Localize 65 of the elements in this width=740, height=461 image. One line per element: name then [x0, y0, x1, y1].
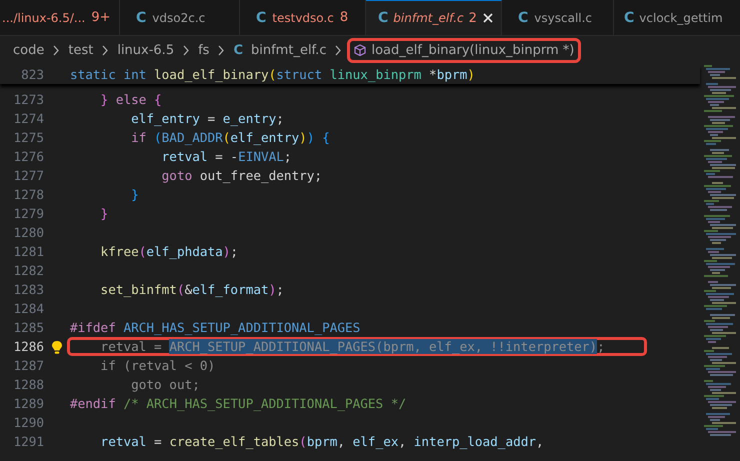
- line-number: 1283: [12, 282, 44, 297]
- problem-count: 2: [468, 10, 477, 26]
- breadcrumb-item[interactable]: load_elf_binary(linux_binprm *): [347, 38, 582, 63]
- code-line: retval = create_elf_tables(bprm, elf_ex, interp_load_addr,: [100, 433, 545, 451]
- c-file-icon: C: [136, 10, 146, 26]
- breadcrumb-label: fs: [198, 43, 210, 58]
- tab-label: testvdso.c: [272, 10, 334, 24]
- line-number: 1279: [12, 206, 44, 221]
- line-number: 1280: [12, 225, 44, 240]
- breadcrumb-item[interactable]: test: [61, 38, 100, 63]
- line-number: 1278: [12, 187, 44, 202]
- code-line: if (BAD_ADDR(elf_entry)) {: [130, 129, 331, 147]
- tab-label: .../linux-6.5/...: [2, 10, 86, 24]
- breadcrumb-label: code: [13, 43, 44, 58]
- code-line: retval = -EINVAL;: [160, 148, 293, 166]
- line-number: 1274: [12, 111, 44, 126]
- line-number: 1275: [12, 130, 44, 145]
- line-number: 1277: [12, 168, 44, 183]
- line-number: 1287: [12, 358, 44, 373]
- line-number: 1284: [12, 301, 44, 316]
- line-number: 1286: [12, 339, 44, 354]
- line-number: 1273: [12, 92, 44, 107]
- breadcrumb-label: load_elf_binary(linux_binprm *): [371, 43, 574, 58]
- code-line: #endif /* ARCH_HAS_SETUP_ADDITIONAL_PAGES */: [69, 395, 408, 413]
- breadcrumb-label: test: [68, 43, 94, 58]
- breadcrumb-item[interactable]: C binfmt_elf.c: [226, 38, 334, 63]
- code-line: kfree(elf_phdata);: [100, 243, 240, 261]
- c-file-icon: C: [233, 43, 243, 58]
- code-line: } else {: [100, 91, 163, 109]
- c-file-icon: C: [378, 10, 388, 26]
- breadcrumb-item[interactable]: fs: [191, 38, 216, 63]
- line-number: 1285: [12, 320, 44, 335]
- c-file-icon: C: [624, 10, 634, 26]
- line-number: 1288: [12, 377, 44, 392]
- c-file-icon: C: [256, 10, 266, 26]
- code-line: goto out;: [130, 376, 201, 394]
- tab-label: vdso2c.c: [152, 10, 206, 24]
- breadcrumb-label: linux-6.5: [117, 43, 174, 58]
- code-line: #ifdef ARCH_HAS_SETUP_ADDITIONAL_PAGES: [69, 319, 362, 337]
- breadcrumb-item[interactable]: code: [6, 38, 52, 63]
- editor-tab[interactable]: C binfmt_elf.c 2: [366, 0, 502, 35]
- code-line: set_binfmt(&elf_format);: [100, 281, 285, 299]
- line-number: 1281: [12, 244, 44, 259]
- line-number: 1282: [12, 263, 44, 278]
- code-line: if (retval < 0): [100, 357, 216, 375]
- tab-label: binfmt_elf.c: [393, 11, 464, 25]
- code-line: }: [100, 205, 110, 223]
- problem-count: 9+: [91, 10, 111, 25]
- code-line: elf_entry = e_entry;: [130, 110, 285, 128]
- breadcrumb-item[interactable]: linux-6.5: [110, 38, 182, 63]
- breadcrumb-label: binfmt_elf.c: [251, 43, 326, 58]
- problem-count: 8: [340, 10, 348, 25]
- line-number: 1289: [12, 396, 44, 411]
- line-number: 1291: [12, 434, 44, 449]
- tab-label: vsyscall.c: [534, 10, 592, 24]
- code-line: }: [130, 186, 140, 204]
- c-file-icon: C: [518, 10, 528, 26]
- code-line: goto out_free_dentry;: [160, 167, 324, 185]
- tab-label: vclock_gettim: [639, 10, 723, 24]
- line-number: 1290: [12, 415, 44, 430]
- line-number: 823: [20, 67, 44, 82]
- line-number: 1276: [12, 149, 44, 164]
- editor-tab[interactable]: .../linux-6.5/... 9+: [0, 0, 120, 35]
- highlighted-code-line: retval = ARCH_SETUP_ADDITIONAL_PAGES(bprm, elf_ex, !!interpreter);: [67, 337, 647, 356]
- code-line: static int load_elf_binary(struct linux_binprm *bprm): [69, 66, 476, 84]
